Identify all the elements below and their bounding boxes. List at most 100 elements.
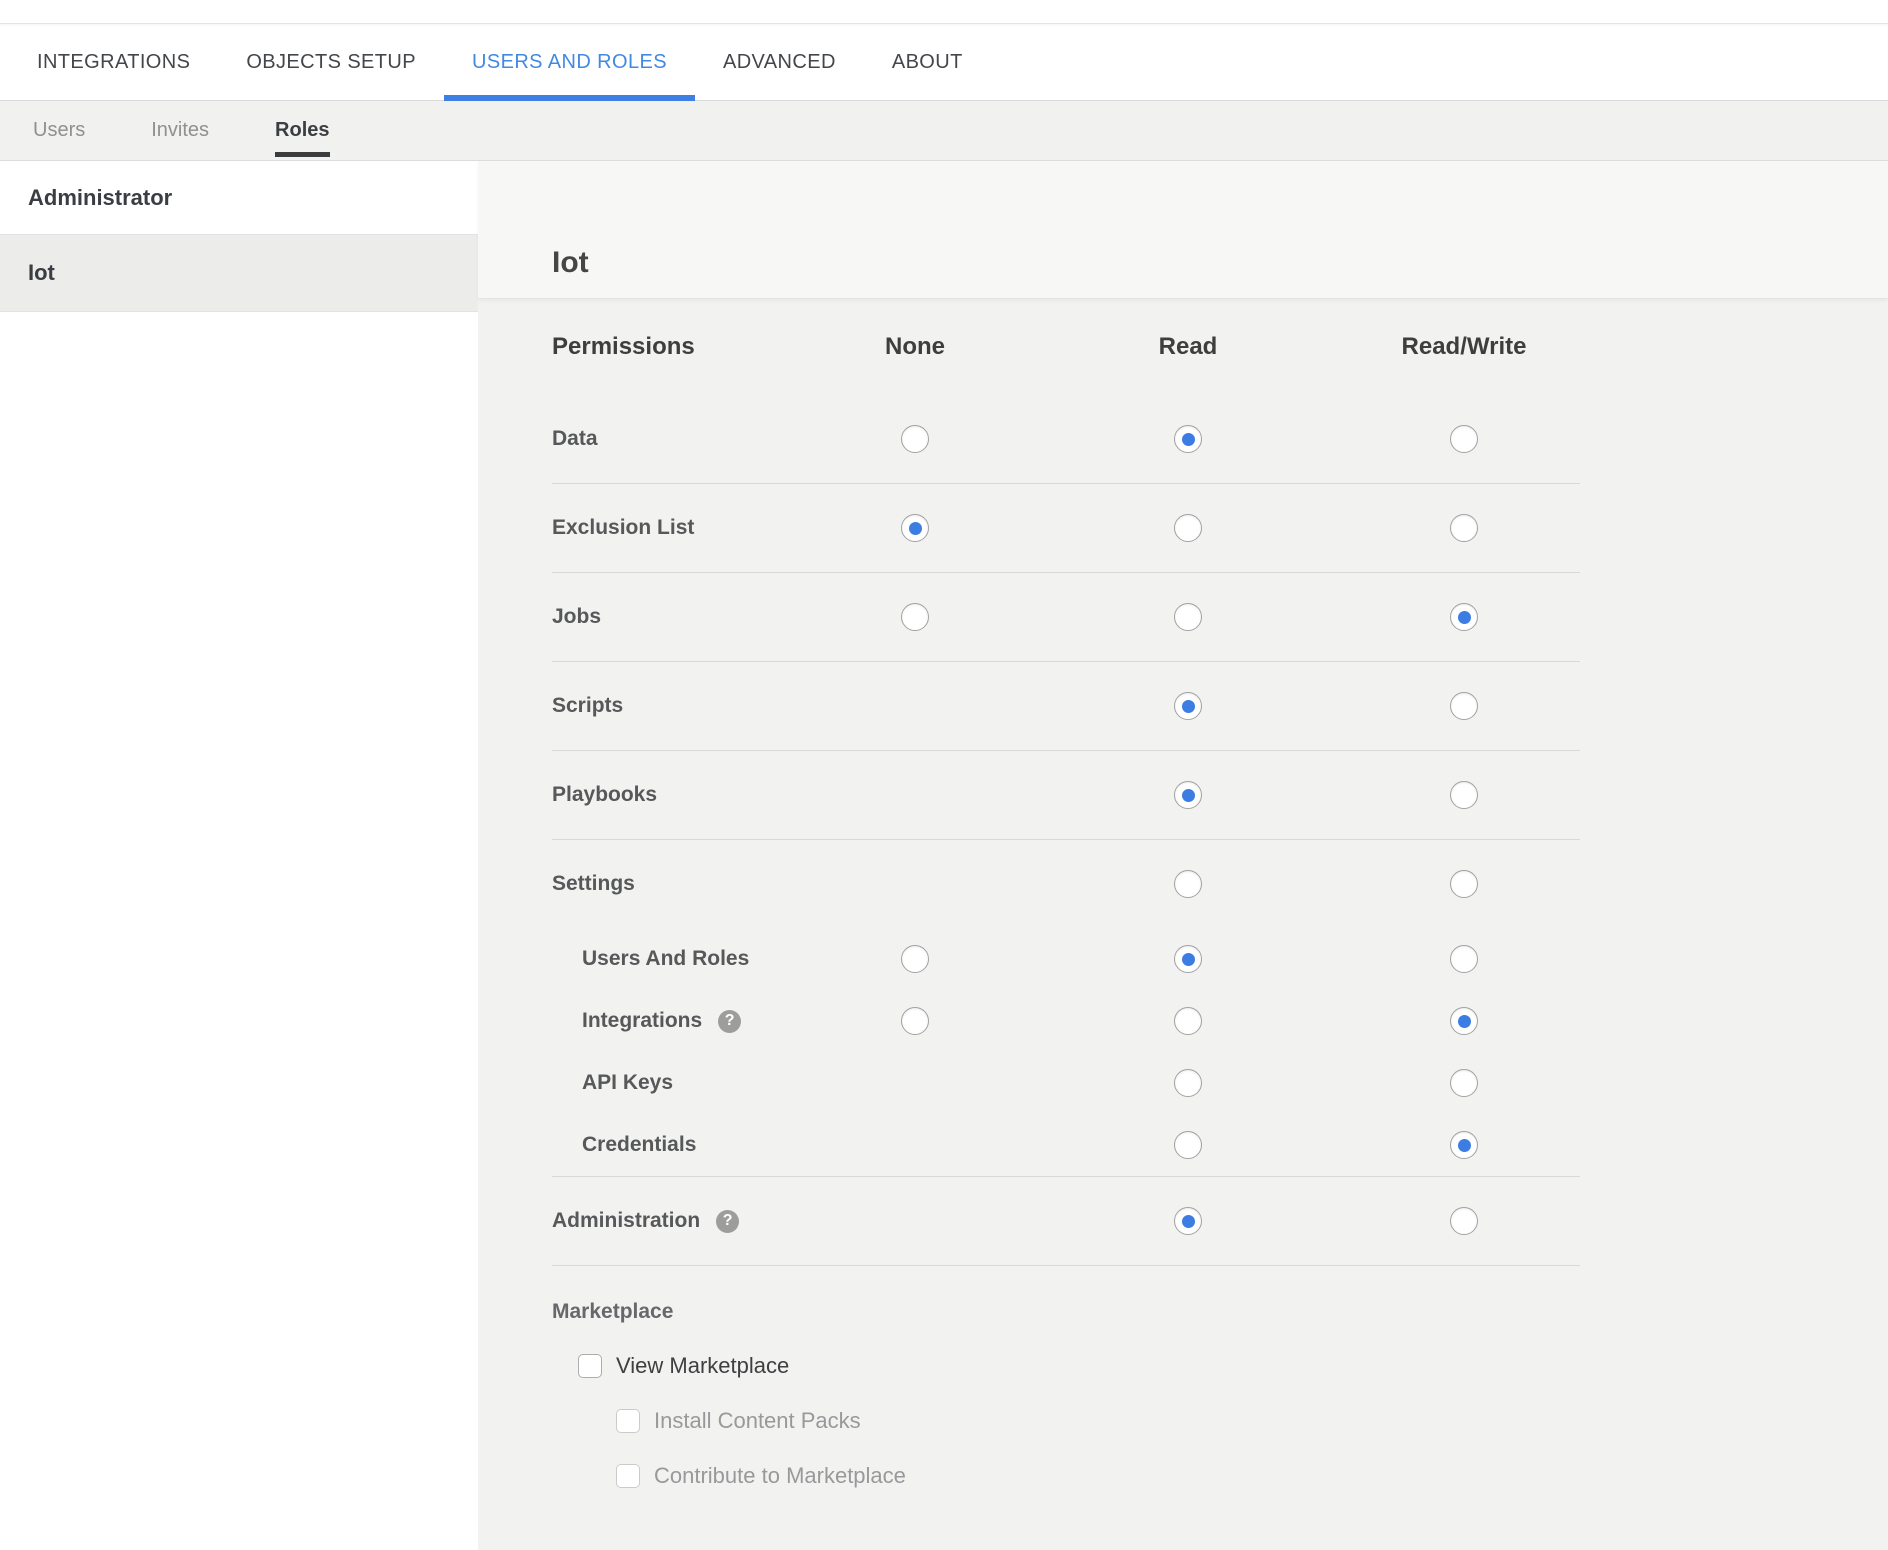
checkbox-unchecked[interactable] (616, 1464, 640, 1488)
radio-none-unselected[interactable] (901, 425, 929, 453)
permission-label: Credentials (552, 1133, 802, 1157)
permission-cell-read (1174, 1131, 1202, 1159)
tab-users-and-roles[interactable]: USERS AND ROLES (444, 24, 695, 100)
permission-label-text: Integrations (582, 1009, 702, 1033)
tab-advanced[interactable]: ADVANCED (695, 24, 864, 100)
permission-label: Settings (552, 872, 802, 896)
permission-label: Exclusion List (552, 516, 802, 540)
permission-label-text: API Keys (582, 1071, 673, 1095)
subtab-users[interactable]: Users (0, 101, 118, 160)
radio-read-unselected[interactable] (1174, 870, 1202, 898)
roles-list-sidebar: AdministratorIot (0, 161, 478, 1550)
permission-cell-read_write (1450, 1069, 1478, 1097)
role-item-iot[interactable]: Iot (0, 235, 478, 312)
app-body: AdministratorIot Iot Permissions None Re… (0, 161, 1888, 1550)
radio-read_write-selected[interactable] (1450, 603, 1478, 631)
permission-row: Credentials (552, 1114, 1580, 1177)
radio-read-selected[interactable] (1174, 781, 1202, 809)
subtab-roles[interactable]: Roles (242, 101, 362, 160)
column-header-read: Read (1159, 333, 1218, 361)
permission-label: Integrations? (552, 1009, 802, 1033)
radio-read_write-unselected[interactable] (1450, 870, 1478, 898)
permission-row: Playbooks (552, 751, 1580, 840)
radio-read-selected[interactable] (1174, 1207, 1202, 1235)
radio-none-selected[interactable] (901, 514, 929, 542)
column-header-read-write: Read/Write (1402, 333, 1527, 361)
permission-label: Jobs (552, 605, 802, 629)
permission-cell-read_write (1450, 603, 1478, 631)
help-icon[interactable]: ? (718, 1010, 741, 1033)
radio-dot (909, 522, 922, 535)
permission-cell-read (1174, 692, 1202, 720)
radio-read-unselected[interactable] (1174, 603, 1202, 631)
radio-read_write-unselected[interactable] (1450, 514, 1478, 542)
radio-read-selected[interactable] (1174, 692, 1202, 720)
permission-row: Administration? (552, 1177, 1580, 1266)
radio-dot (1182, 789, 1195, 802)
permission-cell-none (901, 945, 929, 973)
radio-read_write-unselected[interactable] (1450, 692, 1478, 720)
permission-label-text: Administration (552, 1209, 700, 1233)
radio-read-unselected[interactable] (1174, 1131, 1202, 1159)
radio-read-selected[interactable] (1174, 945, 1202, 973)
radio-dot (1458, 1139, 1471, 1152)
radio-read_write-unselected[interactable] (1450, 945, 1478, 973)
radio-read-unselected[interactable] (1174, 514, 1202, 542)
permissions-table: Permissions None Read Read/Write DataExc… (552, 299, 1580, 1266)
permission-cell-read_write (1450, 945, 1478, 973)
radio-read_write-selected[interactable] (1450, 1131, 1478, 1159)
checkbox-unchecked[interactable] (616, 1409, 640, 1433)
permission-cell-read (1174, 781, 1202, 809)
permission-label: Users And Roles (552, 947, 802, 971)
permission-row: Settings (552, 840, 1580, 928)
radio-read_write-unselected[interactable] (1450, 1069, 1478, 1097)
permission-cell-read_write (1450, 781, 1478, 809)
help-icon[interactable]: ? (716, 1210, 739, 1233)
radio-read_write-unselected[interactable] (1450, 1207, 1478, 1235)
permission-label: Administration? (552, 1209, 802, 1233)
permission-cell-read (1174, 425, 1202, 453)
permission-label-text: Playbooks (552, 783, 657, 807)
permission-label-text: Scripts (552, 694, 623, 718)
subtab-invites[interactable]: Invites (118, 101, 242, 160)
role-item-administrator[interactable]: Administrator (0, 161, 478, 235)
tab-integrations[interactable]: INTEGRATIONS (9, 24, 218, 100)
permission-cell-read_write (1450, 1207, 1478, 1235)
permission-label: API Keys (552, 1071, 802, 1095)
radio-read_write-unselected[interactable] (1450, 781, 1478, 809)
radio-read_write-unselected[interactable] (1450, 425, 1478, 453)
permission-cell-read (1174, 603, 1202, 631)
role-header: Iot (478, 161, 1888, 299)
permission-cell-read (1174, 870, 1202, 898)
permission-cell-read (1174, 1207, 1202, 1235)
window-top-strip (0, 0, 1888, 24)
radio-none-unselected[interactable] (901, 945, 929, 973)
checkbox-label[interactable]: View Marketplace (616, 1353, 789, 1379)
permission-label-text: Exclusion List (552, 516, 694, 540)
tab-objects-setup[interactable]: OBJECTS SETUP (218, 24, 444, 100)
permission-label-text: Credentials (582, 1133, 696, 1157)
radio-none-unselected[interactable] (901, 1007, 929, 1035)
permissions-rows: Data Exclusion List Jobs Scripts Playbooks Se… (552, 395, 1580, 1266)
radio-none-unselected[interactable] (901, 603, 929, 631)
radio-dot (1182, 433, 1195, 446)
radio-dot (1458, 1015, 1471, 1028)
radio-read-unselected[interactable] (1174, 1069, 1202, 1097)
permission-label: Playbooks (552, 783, 802, 807)
permission-label: Scripts (552, 694, 802, 718)
radio-dot (1182, 1215, 1195, 1228)
permission-row: Users And Roles (552, 928, 1580, 990)
permission-cell-read (1174, 1007, 1202, 1035)
permission-row: Integrations? (552, 990, 1580, 1052)
radio-read-selected[interactable] (1174, 425, 1202, 453)
permission-cell-none (901, 514, 929, 542)
permission-cell-read_write (1450, 1007, 1478, 1035)
checkbox-unchecked[interactable] (578, 1354, 602, 1378)
permission-cell-read_write (1450, 425, 1478, 453)
radio-read_write-selected[interactable] (1450, 1007, 1478, 1035)
page-title: Iot (552, 248, 589, 278)
radio-read-unselected[interactable] (1174, 1007, 1202, 1035)
permission-cell-read_write (1450, 692, 1478, 720)
permission-label-text: Data (552, 427, 598, 451)
tab-about[interactable]: ABOUT (864, 24, 991, 100)
